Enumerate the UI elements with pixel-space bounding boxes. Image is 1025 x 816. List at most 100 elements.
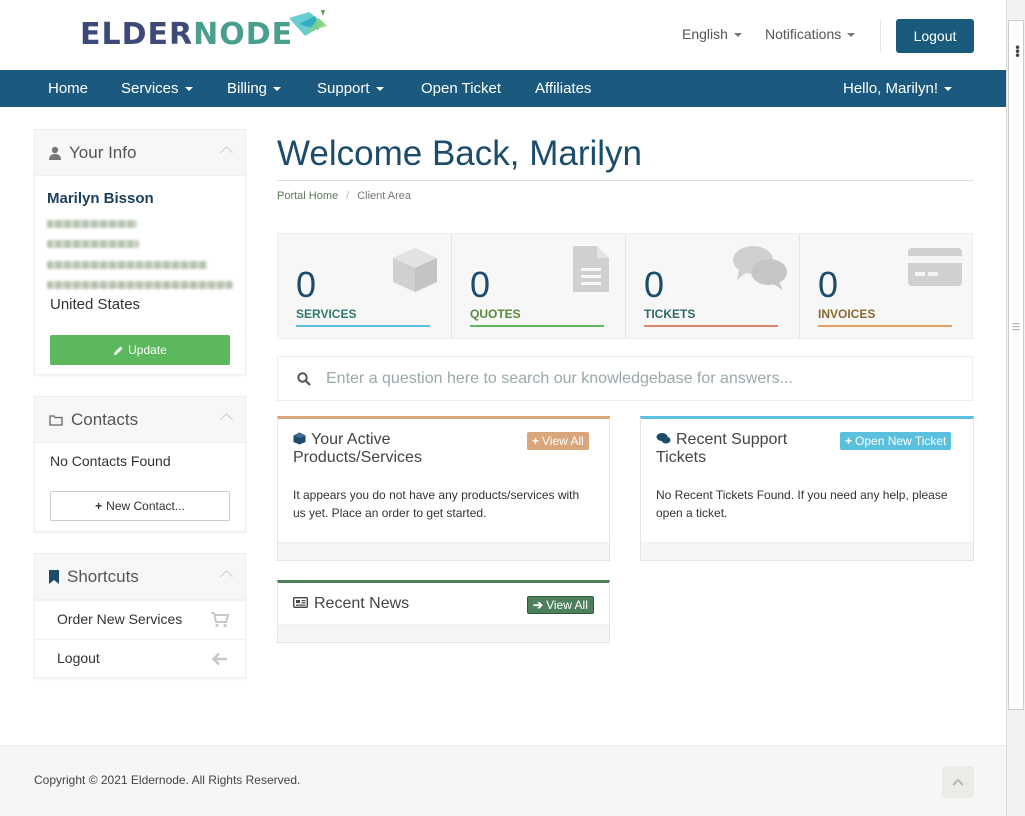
notifications-label: Notifications (765, 26, 842, 42)
page-title: Welcome Back, Marilyn (277, 134, 643, 173)
invoices-label: INVOICES (818, 307, 876, 321)
nav-billing-label: Billing (227, 80, 268, 97)
chevron-up-icon[interactable] (220, 413, 233, 426)
view-all-products-button[interactable]: + View All (527, 432, 589, 450)
kebab-menu-icon[interactable]: • • • (1014, 42, 1021, 62)
quotes-count: 0 (470, 264, 491, 305)
page-scrollbar[interactable]: • • • — — — (1006, 0, 1025, 816)
redacted-address-line (47, 220, 137, 228)
shortcut-order-new-services[interactable]: Order New Services (35, 600, 245, 639)
tickets-count: 0 (644, 264, 665, 305)
nav-services-label: Services (121, 80, 179, 97)
chevron-up-icon[interactable] (220, 570, 233, 583)
tickets-accent-bar (644, 325, 778, 327)
logo-text-node: NODE (193, 16, 294, 52)
active-products-body: It appears you do not have any products/… (293, 488, 580, 520)
nav-home[interactable]: Home (48, 80, 88, 97)
tile-invoices[interactable]: 0 INVOICES (800, 234, 974, 338)
back-to-top-button[interactable] (942, 766, 974, 798)
redacted-address-line (47, 261, 207, 269)
view-all-news-button[interactable]: ➔ View All (527, 596, 594, 614)
main-navbar: Home Services Billing Support Open Ticke… (0, 70, 1006, 107)
caret-down-icon (944, 87, 953, 92)
arrow-left-icon (212, 652, 227, 666)
quotes-accent-bar (470, 325, 604, 327)
recent-news-title: Recent News (314, 595, 410, 612)
invoices-accent-bar (818, 325, 952, 327)
services-label: SERVICES (296, 307, 357, 321)
active-products-title-line1: Your Active (311, 431, 391, 448)
tile-services[interactable]: 0 SERVICES (278, 234, 452, 338)
copyright-text: Copyright © 2021 Eldernode. All Rights R… (34, 773, 301, 787)
redacted-address-line (47, 281, 233, 289)
shortcuts-header[interactable]: Shortcuts (35, 554, 245, 600)
comments-icon (656, 433, 671, 444)
shortcut-logout[interactable]: Logout (35, 639, 245, 678)
nav-user-menu[interactable]: Hello, Marilyn! (843, 80, 953, 97)
new-contact-label: New Contact... (106, 499, 185, 513)
nav-services[interactable]: Services (121, 80, 193, 97)
logo-text-elder: ELDER (80, 16, 194, 52)
client-name: Marilyn Bisson (47, 190, 154, 207)
comments-icon (731, 244, 789, 296)
document-icon (571, 244, 611, 298)
notifications-dropdown[interactable]: Notifications (765, 26, 856, 42)
credit-card-icon (906, 244, 964, 294)
view-all-label: View All (542, 434, 584, 448)
search-input[interactable] (326, 357, 956, 400)
logout-button[interactable]: Logout (896, 19, 974, 53)
caret-down-icon (273, 87, 282, 92)
active-products-card: Your Active Products/Services + View All … (277, 416, 610, 561)
folder-icon (49, 414, 63, 426)
nav-support[interactable]: Support (317, 80, 384, 97)
title-divider (277, 180, 974, 181)
tickets-label: TICKETS (644, 307, 696, 321)
your-info-title: Your Info (69, 142, 137, 162)
card-footer (278, 542, 609, 560)
services-count: 0 (296, 264, 317, 305)
update-button[interactable]: Update (50, 335, 230, 365)
open-new-ticket-button[interactable]: + Open New Ticket (840, 432, 952, 450)
nav-open-ticket[interactable]: Open Ticket (421, 80, 501, 97)
logo-text: ELDERNODE (80, 17, 293, 52)
open-new-ticket-label: Open New Ticket (855, 434, 947, 448)
user-icon (49, 146, 61, 160)
breadcrumb-portal-home[interactable]: Portal Home (277, 190, 338, 202)
page-footer: Copyright © 2021 Eldernode. All Rights R… (0, 745, 1006, 816)
top-header: ELDERNODE English Notifications Logout (0, 0, 1006, 70)
recent-news-card: Recent News ➔ View All (277, 580, 610, 643)
caret-down-icon (184, 87, 193, 92)
shortcuts-panel: Shortcuts Order New Services Logout (34, 553, 246, 678)
nav-billing[interactable]: Billing (227, 80, 282, 97)
caret-down-icon (375, 87, 384, 92)
breadcrumb: Portal Home / Client Area (277, 190, 411, 202)
your-info-header[interactable]: Your Info (35, 130, 245, 176)
no-contacts-text: No Contacts Found (50, 453, 171, 469)
cube-icon (389, 244, 441, 300)
plus-icon: + (532, 434, 540, 448)
nav-affiliates[interactable]: Affiliates (535, 80, 591, 97)
contacts-header[interactable]: Contacts (35, 397, 245, 443)
update-label: Update (128, 343, 167, 357)
shortcut-label: Order New Services (57, 611, 183, 627)
header-divider (880, 20, 881, 52)
tile-tickets[interactable]: 0 TICKETS (626, 234, 800, 338)
card-footer (641, 542, 973, 560)
language-dropdown[interactable]: English (682, 26, 742, 42)
bookmark-icon (49, 569, 59, 584)
tile-quotes[interactable]: 0 QUOTES (452, 234, 626, 338)
logo-triangle-icon (289, 10, 328, 36)
view-all-label: View All (546, 598, 588, 612)
scrollbar-thumb[interactable] (1008, 20, 1024, 710)
breadcrumb-current: Client Area (357, 190, 412, 202)
new-contact-button[interactable]: + New Contact... (50, 491, 230, 521)
shortcut-label: Logout (57, 650, 100, 666)
services-accent-bar (296, 325, 430, 327)
knowledgebase-search (277, 356, 973, 401)
chevron-up-icon[interactable] (220, 146, 233, 159)
search-icon[interactable] (297, 372, 311, 386)
recent-tickets-title-line1: Recent Support (676, 431, 788, 448)
your-info-panel: Your Info Marilyn Bisson United States U… (34, 129, 246, 375)
redacted-address-line (47, 240, 139, 248)
eldernode-logo[interactable]: ELDERNODE (80, 10, 329, 58)
